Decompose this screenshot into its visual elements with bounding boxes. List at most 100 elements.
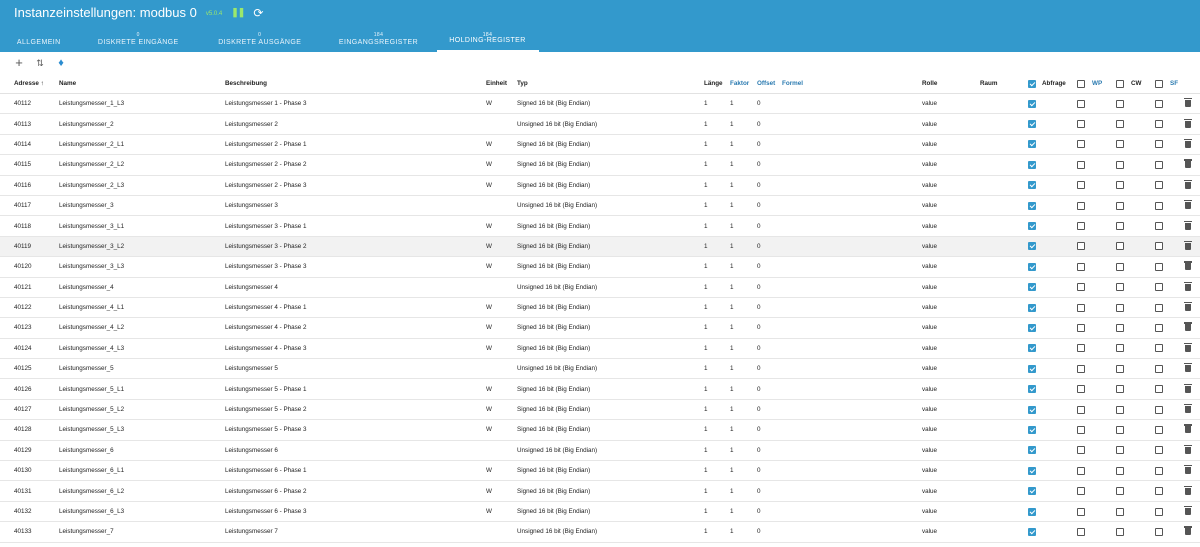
table-row[interactable]: 40129 Leistungsmesser_6 Leistungsmesser 6 U… [0, 441, 1200, 462]
cell-offset[interactable]: 0 [757, 257, 761, 276]
wp-checkbox[interactable] [1077, 481, 1085, 500]
cell-beschreibung[interactable]: Leistungsmesser 4 - Phase 2 [225, 318, 307, 337]
cell-rolle[interactable]: value [922, 114, 937, 133]
table-row[interactable]: 40131 Leistungsmesser_6_L2 Leistungsmesser… [0, 481, 1200, 502]
cell-laenge[interactable]: 1 [704, 298, 708, 317]
wp-checkbox[interactable] [1077, 420, 1085, 439]
cell-adresse[interactable]: 40115 [14, 155, 31, 174]
cell-beschreibung[interactable]: Leistungsmesser 3 - Phase 3 [225, 257, 307, 276]
cell-name[interactable]: Leistungsmesser_5_L1 [59, 379, 124, 398]
sf-checkbox[interactable] [1155, 176, 1163, 195]
wp-checkbox[interactable] [1077, 461, 1085, 480]
cell-typ[interactable]: Signed 16 bit (Big Endian) [517, 318, 590, 337]
cell-name[interactable]: Leistungsmesser_6_L2 [59, 481, 124, 500]
cw-checkbox[interactable] [1116, 196, 1124, 215]
cell-adresse[interactable]: 40133 [14, 522, 32, 541]
cell-rolle[interactable]: value [922, 522, 937, 541]
cell-offset[interactable]: 0 [757, 155, 761, 174]
cell-laenge[interactable]: 1 [704, 522, 708, 541]
cell-beschreibung[interactable]: Leistungsmesser 6 [225, 441, 278, 460]
abfrage-checkbox[interactable] [1028, 216, 1036, 235]
cell-adresse[interactable]: 40114 [14, 135, 31, 154]
table-row[interactable]: 40122 Leistungsmesser_4_L1 Leistungsmesser… [0, 298, 1200, 319]
sf-checkbox[interactable] [1155, 278, 1163, 297]
cell-faktor[interactable]: 1 [730, 420, 734, 439]
wp-checkbox[interactable] [1077, 176, 1085, 195]
abfrage-checkbox[interactable] [1028, 318, 1036, 337]
cell-adresse[interactable]: 40132 [14, 502, 32, 521]
tab-diskrete-ausgänge[interactable]: 0 DISKRETE AUSGÄNGE [199, 29, 321, 52]
cell-faktor[interactable]: 1 [730, 237, 734, 256]
cell-rolle[interactable]: value [922, 318, 937, 337]
delete-row-button[interactable] [1184, 461, 1192, 480]
wp-checkbox[interactable] [1077, 114, 1085, 133]
cell-laenge[interactable]: 1 [704, 278, 708, 297]
cw-checkbox[interactable] [1116, 461, 1124, 480]
delete-row-button[interactable] [1184, 176, 1192, 195]
cell-beschreibung[interactable]: Leistungsmesser 3 - Phase 2 [225, 237, 307, 256]
cell-einheit[interactable]: W [486, 461, 492, 480]
cell-typ[interactable]: Unsigned 16 bit (Big Endian) [517, 441, 597, 460]
wp-checkbox[interactable] [1077, 216, 1085, 235]
cell-offset[interactable]: 0 [757, 196, 761, 215]
cell-beschreibung[interactable]: Leistungsmesser 3 - Phase 1 [225, 216, 307, 235]
wp-checkbox[interactable] [1077, 237, 1085, 256]
cell-beschreibung[interactable]: Leistungsmesser 4 [225, 278, 278, 297]
cell-faktor[interactable]: 1 [730, 502, 734, 521]
cell-einheit[interactable]: W [486, 318, 492, 337]
sf-checkbox[interactable] [1155, 216, 1163, 235]
wp-checkbox[interactable] [1077, 257, 1085, 276]
cell-rolle[interactable]: value [922, 502, 937, 521]
sf-checkbox[interactable] [1155, 379, 1163, 398]
abfrage-checkbox[interactable] [1028, 237, 1036, 256]
abfrage-checkbox[interactable] [1028, 114, 1036, 133]
wp-checkbox[interactable] [1077, 196, 1085, 215]
cell-rolle[interactable]: value [922, 420, 937, 439]
delete-row-button[interactable] [1184, 216, 1192, 235]
cell-laenge[interactable]: 1 [704, 339, 708, 358]
wp-checkbox[interactable] [1077, 94, 1085, 113]
cell-einheit[interactable]: W [486, 257, 492, 276]
cell-rolle[interactable]: value [922, 216, 937, 235]
cell-offset[interactable]: 0 [757, 461, 761, 480]
delete-row-button[interactable] [1184, 441, 1192, 460]
cw-checkbox[interactable] [1116, 522, 1124, 541]
cell-faktor[interactable]: 1 [730, 441, 734, 460]
cell-name[interactable]: Leistungsmesser_3 [59, 196, 114, 215]
abfrage-checkbox[interactable] [1028, 196, 1036, 215]
cell-laenge[interactable]: 1 [704, 420, 708, 439]
table-row[interactable]: 40113 Leistungsmesser_2 Leistungsmesser 2 U… [0, 114, 1200, 135]
sf-checkbox[interactable] [1155, 114, 1163, 133]
sf-checkbox[interactable] [1155, 196, 1163, 215]
cell-beschreibung[interactable]: Leistungsmesser 4 - Phase 3 [225, 339, 307, 358]
cell-offset[interactable]: 0 [757, 400, 761, 419]
cell-rolle[interactable]: value [922, 441, 937, 460]
cw-checkbox[interactable] [1116, 359, 1124, 378]
cell-faktor[interactable]: 1 [730, 155, 734, 174]
abfrage-checkbox[interactable] [1028, 400, 1036, 419]
cell-laenge[interactable]: 1 [704, 196, 708, 215]
tab-eingangsregister[interactable]: 184 EINGANGSREGISTER [321, 29, 437, 52]
cw-all-checkbox[interactable] [1116, 74, 1124, 93]
cell-name[interactable]: Leistungsmesser_2 [59, 114, 114, 133]
cell-faktor[interactable]: 1 [730, 522, 734, 541]
delete-row-button[interactable] [1184, 318, 1192, 337]
cell-faktor[interactable]: 1 [730, 339, 734, 358]
table-row[interactable]: 40117 Leistungsmesser_3 Leistungsmesser 3 U… [0, 196, 1200, 217]
cell-offset[interactable]: 0 [757, 176, 761, 195]
table-row[interactable]: 40132 Leistungsmesser_6_L3 Leistungsmesser… [0, 502, 1200, 523]
table-row[interactable]: 40116 Leistungsmesser_2_L3 Leistungsmesser… [0, 176, 1200, 196]
cell-faktor[interactable]: 1 [730, 216, 734, 235]
cell-einheit[interactable]: W [486, 339, 492, 358]
cw-checkbox[interactable] [1116, 155, 1124, 174]
cell-typ[interactable]: Unsigned 16 bit (Big Endian) [517, 196, 597, 215]
cell-beschreibung[interactable]: Leistungsmesser 6 - Phase 2 [225, 481, 307, 500]
sf-checkbox[interactable] [1155, 155, 1163, 174]
cell-adresse[interactable]: 40130 [14, 461, 32, 480]
cell-beschreibung[interactable]: Leistungsmesser 6 - Phase 3 [225, 502, 307, 521]
cell-laenge[interactable]: 1 [704, 359, 708, 378]
cw-checkbox[interactable] [1116, 257, 1124, 276]
cw-checkbox[interactable] [1116, 420, 1124, 439]
cell-adresse[interactable]: 40112 [14, 94, 31, 113]
sf-checkbox[interactable] [1155, 94, 1163, 113]
